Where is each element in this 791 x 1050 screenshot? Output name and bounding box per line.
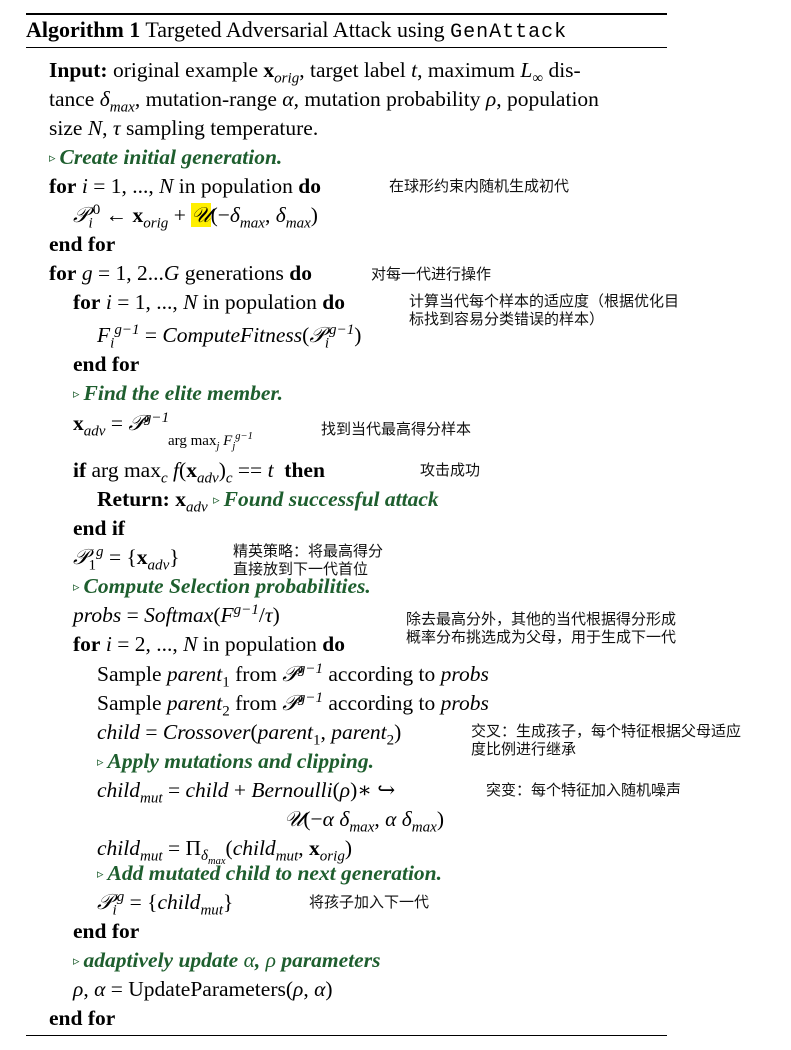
note-elite: 找到当代最高得分样本 (321, 420, 472, 438)
line-probs: probs = Softmax(Fg−1/τ) (73, 601, 280, 627)
line-return: Return: xadv ▹ Found successful attack (97, 487, 439, 516)
comment-add-child: ▹ Add mutated child to next generation. (97, 861, 442, 885)
comment-mutations: ▹ Apply mutations and clipping. (97, 749, 374, 773)
line-fitness: Fig−1 = ComputeFitness(𝒫ig−1) (97, 321, 362, 352)
note-generations: 对每一代进行操作 (371, 265, 492, 283)
note-fitness-2: 标找到容易分类错误的样本） (409, 310, 605, 328)
note-mutation: 突变：每个特征加入随机噪声 (486, 781, 682, 799)
note-selection-2: 概率分布挑选成为父母，用于生成下一代 (406, 628, 677, 646)
comment-marker-icon: ▹ (97, 866, 104, 881)
algorithm-name: GenAttack (450, 21, 568, 44)
line-input-2: tance δmax, mutation-range α, mutation p… (49, 87, 599, 116)
note-fitness-1: 计算当代每个样本的适应度（根据优化目 (409, 292, 680, 310)
line-mutation-cont: 𝒰(−α δmax, α δmax) (284, 807, 445, 836)
line-end-for-1: end for (49, 232, 116, 256)
line-elite-sub: arg maxj Fjg−1 (168, 431, 253, 452)
line-for-generations: for g = 1, 2...G generations do (49, 261, 312, 285)
algorithm-header: Algorithm 1 Targeted Adversarial Attack … (26, 16, 666, 47)
header-rule (26, 47, 667, 48)
line-add-child: 𝒫ig = {childmut} (97, 888, 234, 919)
note-init: 在球形约束内随机生成初代 (389, 177, 570, 195)
line-for-fitness: for i = 1, ..., N in population do (73, 290, 345, 314)
note-crossover-1: 交叉：生成孩子，每个特征根据父母适应 (471, 722, 742, 740)
line-input-3: size N, τ sampling temperature. (49, 116, 319, 140)
line-for-init: for i = 1, ..., N in population do (49, 174, 321, 198)
bottom-rule (26, 1035, 667, 1036)
uniform-highlight: 𝒰 (191, 203, 211, 227)
comment-marker-icon: ▹ (73, 386, 80, 401)
line-sample-parent1: Sample parent1 from 𝒫g−1 according to pr… (97, 660, 489, 691)
line-elitism: 𝒫1g = {xadv} (73, 543, 180, 574)
comment-marker-icon: ▹ (73, 953, 80, 968)
line-input-1: Input: original example xorig, target la… (49, 58, 581, 87)
comment-marker-icon: ▹ (97, 754, 104, 769)
line-end-if: end if (73, 516, 125, 540)
line-end-for-4: end for (49, 1006, 116, 1030)
line-for-children: for i = 2, ..., N in population do (73, 632, 345, 656)
note-selection-1: 除去最高分外，其他的当代根据得分形成 (406, 610, 677, 628)
comment-create-initial: ▹ Create initial generation. (49, 145, 283, 169)
line-end-for-3: end for (73, 919, 140, 943)
line-if-success: if arg maxc f(xadv)c == t then (73, 458, 325, 487)
line-update-params: ρ, α = UpdateParameters(ρ, α) (73, 977, 333, 1001)
note-elitism-2: 直接放到下一代首位 (233, 560, 369, 578)
top-rule (26, 13, 667, 15)
line-init-assign: 𝒫i0 ← xorig + 𝒰(−δmax, δmax) (73, 201, 318, 232)
comment-marker-icon: ▹ (213, 492, 220, 507)
comment-update-params: ▹ adaptively update α, ρ parameters (73, 948, 381, 972)
comment-marker-icon: ▹ (49, 150, 56, 165)
note-elitism-1: 精英策略：将最高得分 (233, 542, 384, 560)
algorithm-label: Algorithm 1 (26, 17, 141, 42)
comment-marker-icon: ▹ (73, 579, 80, 594)
comment-find-elite: ▹ Find the elite member. (73, 381, 283, 405)
note-crossover-2: 度比例进行继承 (471, 740, 577, 758)
line-elite: xadv = 𝒫g−1 (73, 409, 170, 440)
line-end-for-2: end for (73, 352, 140, 376)
note-success: 攻击成功 (420, 461, 481, 479)
line-mutation: childmut = child + Bernoulli(ρ)∗ ↪ (97, 778, 396, 807)
algorithm-title: Targeted Adversarial Attack using (145, 17, 445, 42)
line-sample-parent2: Sample parent2 from 𝒫g−1 according to pr… (97, 689, 489, 720)
line-crossover: child = Crossover(parent1, parent2) (97, 720, 402, 749)
note-add-child: 将孩子加入下一代 (309, 893, 430, 911)
